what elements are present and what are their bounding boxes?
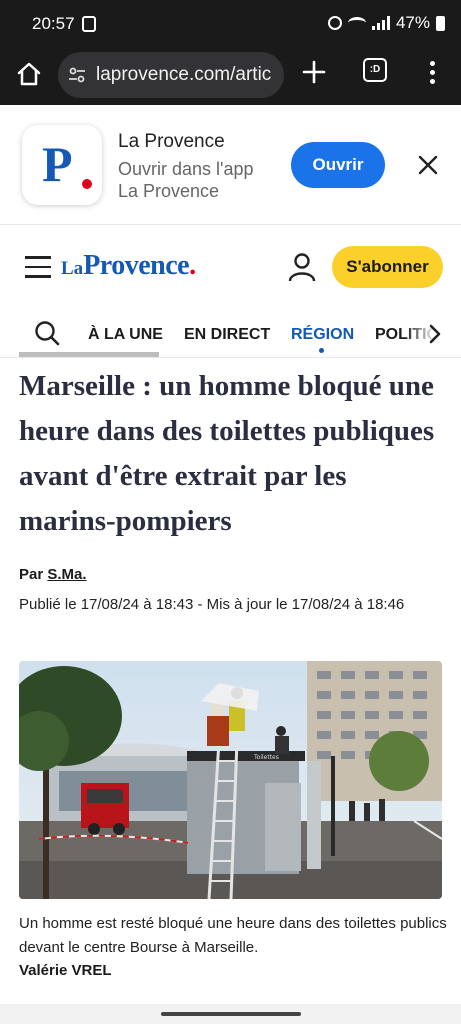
tab-switcher-button[interactable]: :D <box>363 58 387 82</box>
wifi-icon <box>347 17 366 29</box>
logo-la: La <box>61 258 84 279</box>
publish-dates: Publié le 17/08/24 à 18:43 - Mis à jour … <box>19 596 405 613</box>
app-logo-icon: P <box>22 125 102 205</box>
article-photo[interactable]: Toilettes <box>19 661 442 899</box>
url-text[interactable]: laprovence.com/artic <box>96 64 271 86</box>
section-nav: À LA UNE EN DIRECT RÉGION POLITIQUE <box>0 312 461 358</box>
article-headline: Marseille : un homme bloqué une heure da… <box>19 370 435 537</box>
tab-region[interactable]: RÉGION <box>291 326 354 344</box>
search-icon[interactable] <box>34 320 60 346</box>
browser-toolbar: laprovence.com/artic :D <box>0 48 461 105</box>
status-bar: 20:57 47% <box>0 0 461 48</box>
battery-icon <box>436 15 445 31</box>
byline-prefix: Par <box>19 566 44 583</box>
tab-a-la-une[interactable]: À LA UNE <box>88 326 163 344</box>
byline: Par S.Ma. <box>19 566 87 583</box>
photo-illustration: Toilettes <box>19 661 442 899</box>
new-tab-icon[interactable] <box>300 58 328 86</box>
home-icon[interactable] <box>15 60 43 88</box>
alarm-icon <box>327 16 342 30</box>
site-settings-icon[interactable] <box>68 66 86 84</box>
nav-scroll-indicator <box>19 352 159 357</box>
active-tab-dot <box>319 348 324 353</box>
address-bar[interactable]: laprovence.com/artic <box>58 52 284 98</box>
photo-caption: Un homme est resté bloqué une heure dans… <box>19 915 447 956</box>
gesture-bar <box>0 1004 461 1024</box>
photo-credit: Valérie VREL <box>19 962 112 979</box>
author-link[interactable]: S.Ma. <box>47 566 86 583</box>
site-logo[interactable]: LaProvence. <box>61 250 196 282</box>
site-header: LaProvence. S'abonner <box>0 226 461 312</box>
open-app-button[interactable]: Ouvrir <box>291 142 385 188</box>
more-menu-icon[interactable] <box>424 58 440 88</box>
menu-hamburger-icon[interactable] <box>25 256 51 278</box>
status-time: 20:57 <box>32 14 75 33</box>
app-name: La Provence <box>118 131 225 152</box>
logo-provence: Provence <box>83 250 190 281</box>
app-subtitle: Ouvrir dans l'app La Provence <box>118 159 254 201</box>
status-icons: 47% <box>327 13 445 33</box>
close-icon[interactable] <box>416 153 440 177</box>
kiosk-sign: Toilettes <box>253 754 279 761</box>
app-install-banner: P La Provence Ouvrir dans l'app La Prove… <box>0 105 461 225</box>
user-account-icon[interactable] <box>288 252 316 282</box>
battery-percent: 47% <box>395 13 430 32</box>
notification-icon <box>82 16 96 32</box>
tab-en-direct[interactable]: EN DIRECT <box>184 326 270 344</box>
subscribe-button[interactable]: S'abonner <box>332 246 443 288</box>
home-indicator[interactable] <box>161 1012 301 1016</box>
logo-dot: . <box>189 250 197 281</box>
signal-icon <box>371 16 390 30</box>
chevron-right-icon[interactable] <box>428 324 442 344</box>
